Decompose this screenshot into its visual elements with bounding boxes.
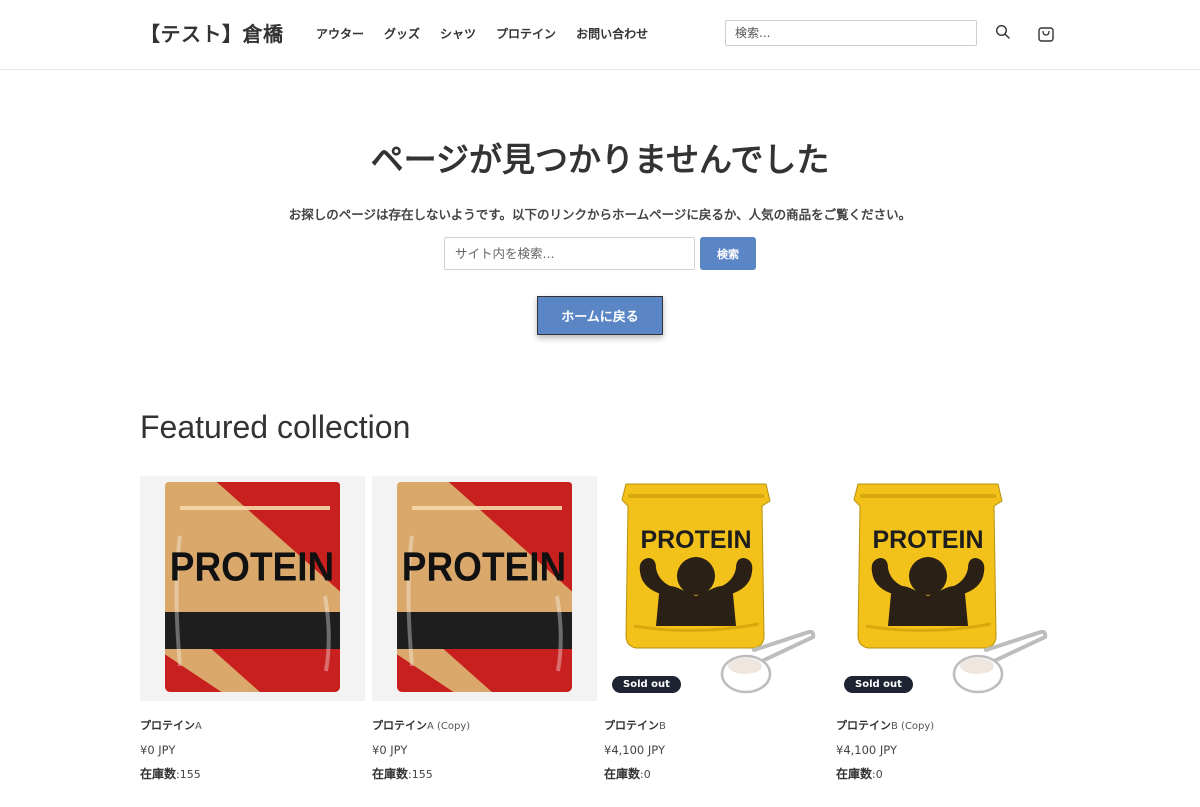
- shopping-bag-icon: [1038, 27, 1054, 42]
- search-icon: [995, 24, 1010, 39]
- product-card[interactable]: PROTEIN Sold out プロテインB ¥4,100 JPY 在庫数:0: [604, 476, 829, 782]
- site-header: 【テスト】倉橋 アウター グッズ シャツ プロテイン お問い合わせ: [0, 0, 1200, 70]
- product-price: ¥4,100 JPY: [836, 743, 897, 757]
- cart-button[interactable]: [1032, 19, 1060, 47]
- product-stock: 在庫数:155: [372, 767, 433, 781]
- nav-item-contact[interactable]: お問い合わせ: [576, 25, 648, 42]
- nav-item-outer[interactable]: アウター: [316, 25, 364, 42]
- main-nav: アウター グッズ シャツ プロテイン お問い合わせ: [316, 25, 648, 42]
- product-stock: 在庫数:155: [140, 767, 201, 781]
- product-name[interactable]: プロテインB (Copy): [836, 717, 1061, 733]
- product-name[interactable]: プロテインA (Copy): [372, 717, 597, 733]
- product-image-text: PROTEIN: [640, 526, 751, 554]
- product-card[interactable]: PROTEIN プロテインA ¥0 JPY 在庫数:155: [140, 476, 365, 782]
- product-card[interactable]: PROTEIN Sold out プロテインB (Copy) ¥4,100 JP…: [836, 476, 1061, 782]
- product-price: ¥4,100 JPY: [604, 743, 665, 757]
- featured-collection-title: Featured collection: [140, 409, 411, 445]
- product-image-text: PROTEIN: [170, 545, 334, 590]
- site-search-input[interactable]: [444, 237, 695, 270]
- back-home-button[interactable]: ホームに戻る: [537, 296, 663, 335]
- sold-out-badge: Sold out: [612, 676, 681, 693]
- product-stock: 在庫数:0: [836, 767, 883, 781]
- page-title: ページが見つかりませんでした: [370, 140, 830, 179]
- nav-item-goods[interactable]: グッズ: [384, 25, 420, 42]
- product-image-text: PROTEIN: [402, 545, 566, 590]
- product-image[interactable]: PROTEIN Sold out: [836, 476, 1061, 701]
- nav-item-protein[interactable]: プロテイン: [496, 25, 556, 42]
- product-stock: 在庫数:0: [604, 767, 651, 781]
- sold-out-badge: Sold out: [844, 676, 913, 693]
- nav-item-shirts[interactable]: シャツ: [440, 25, 476, 42]
- product-image[interactable]: PROTEIN Sold out: [604, 476, 829, 701]
- product-price: ¥0 JPY: [372, 743, 408, 757]
- product-price: ¥0 JPY: [140, 743, 176, 757]
- product-image[interactable]: PROTEIN: [372, 476, 597, 701]
- page-description: お探しのページは存在しないようです。以下のリンクからホームページに戻るか、人気の…: [288, 207, 912, 222]
- site-search-button[interactable]: 検索: [700, 237, 756, 270]
- product-image[interactable]: PROTEIN: [140, 476, 365, 701]
- product-name[interactable]: プロテインA: [140, 717, 365, 733]
- store-logo[interactable]: 【テスト】倉橋: [140, 18, 284, 47]
- product-image-text: PROTEIN: [872, 526, 983, 554]
- product-card[interactable]: PROTEIN プロテインA (Copy) ¥0 JPY 在庫数:155: [372, 476, 597, 782]
- product-name[interactable]: プロテインB: [604, 717, 829, 733]
- header-search-input[interactable]: [725, 20, 977, 46]
- search-button[interactable]: [989, 18, 1017, 46]
